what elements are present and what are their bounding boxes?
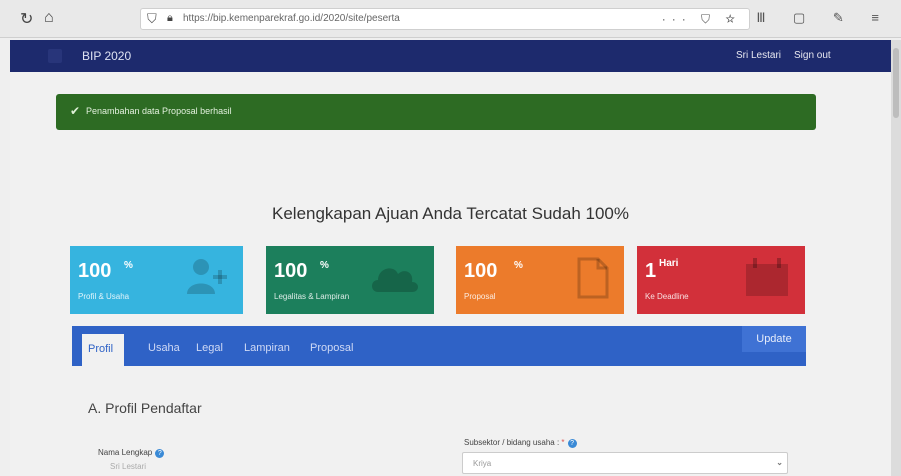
card-proposal[interactable]: 100 % Proposal: [456, 246, 624, 314]
page-heading: Kelengkapan Ajuan Anda Tercatat Sudah 10…: [272, 204, 629, 223]
card-label: Profil & Usaha: [78, 292, 130, 301]
field-label-text: Nama Lengkap: [98, 448, 153, 457]
alert-message: Penambahan data Proposal berhasil: [86, 106, 232, 116]
card-unit: Hari: [659, 258, 679, 269]
subsektor-select[interactable]: Kriya ⌄: [462, 452, 788, 474]
help-icon[interactable]: ?: [155, 449, 165, 458]
card-unit: %: [124, 260, 133, 271]
update-button[interactable]: Update: [742, 326, 806, 352]
card-unit: %: [514, 260, 523, 271]
nama-lengkap-value: Sri Lestari: [110, 462, 147, 471]
tab-proposal[interactable]: Proposal: [310, 342, 353, 354]
home-icon[interactable]: ⌂: [44, 9, 54, 27]
card-label: Ke Deadline: [645, 292, 689, 301]
tab-usaha[interactable]: Usaha: [148, 342, 180, 354]
nama-lengkap-label: Nama Lengkap?: [98, 448, 165, 458]
browser-toolbar: ↻ ⌂ ⛉ 🔒︎ https://bip.kemenparekraf.go.id…: [0, 0, 901, 38]
chevron-down-icon: ⌄: [776, 458, 783, 467]
field-label-text: Subsektor / bidang usaha :: [464, 438, 560, 447]
address-bar[interactable]: ⛉ 🔒︎ https://bip.kemenparekraf.go.id/202…: [140, 8, 750, 30]
tab-legal[interactable]: Legal: [196, 342, 223, 354]
browser-menu-icons[interactable]: Ⅲ ▢ ✎ ≡: [756, 10, 891, 26]
check-icon: ✔: [70, 104, 81, 118]
section-title: A. Profil Pendaftar: [88, 400, 202, 416]
tab-label: Profil: [88, 343, 114, 355]
help-icon[interactable]: ?: [567, 439, 577, 448]
card-deadline[interactable]: 1 Hari Ke Deadline: [637, 246, 805, 314]
page-actions-icons[interactable]: ··· ⛉ ☆: [662, 12, 741, 27]
card-profil-usaha[interactable]: 100 % Profil & Usaha: [70, 246, 243, 314]
lock-icon: 🔒︎: [167, 12, 173, 24]
card-legalitas-lampiran[interactable]: 100 % Legalitas & Lampiran: [266, 246, 434, 314]
success-alert: ✔ Penambahan data Proposal berhasil: [56, 94, 816, 130]
site-navbar: BIP 2020 Sri Lestari Sign out: [10, 40, 891, 72]
nama-lengkap-field[interactable]: Sri Lestari: [96, 460, 426, 476]
page-scrollbar[interactable]: [891, 40, 901, 476]
card-label: Legalitas & Lampiran: [274, 292, 350, 301]
required-marker: *: [561, 438, 565, 447]
user-name-link[interactable]: Sri Lestari: [736, 50, 781, 61]
sign-out-link[interactable]: Sign out: [794, 50, 831, 61]
tab-lampiran[interactable]: Lampiran: [244, 342, 290, 354]
shield-icon[interactable]: ⛉: [147, 11, 157, 27]
brand-logo-icon[interactable]: [48, 49, 62, 63]
card-value: 100: [274, 260, 308, 282]
tab-profil[interactable]: Profil: [82, 334, 124, 366]
brand-link[interactable]: BIP 2020: [82, 49, 131, 63]
card-value: 100: [78, 260, 112, 282]
subsektor-label: Subsektor / bidang usaha : *?: [464, 438, 577, 448]
reload-icon[interactable]: ↻: [20, 9, 33, 29]
scrollbar-thumb[interactable]: [893, 48, 899, 118]
card-label: Proposal: [464, 292, 496, 301]
main-content: ✔ Penambahan data Proposal berhasil Kele…: [10, 72, 891, 476]
subsektor-value: Kriya: [473, 459, 492, 468]
document-icon: [576, 256, 610, 310]
card-value: 100: [464, 260, 498, 282]
card-unit: %: [320, 260, 329, 271]
url-text[interactable]: https://bip.kemenparekraf.go.id/2020/sit…: [183, 13, 400, 24]
card-value: 1: [645, 260, 657, 282]
tab-bar: Profil Usaha Legal Lampiran Proposal Upd…: [72, 326, 806, 366]
user-plus-icon: [185, 256, 229, 306]
cloud-upload-icon: [368, 256, 420, 306]
calendar-icon: [743, 256, 791, 308]
